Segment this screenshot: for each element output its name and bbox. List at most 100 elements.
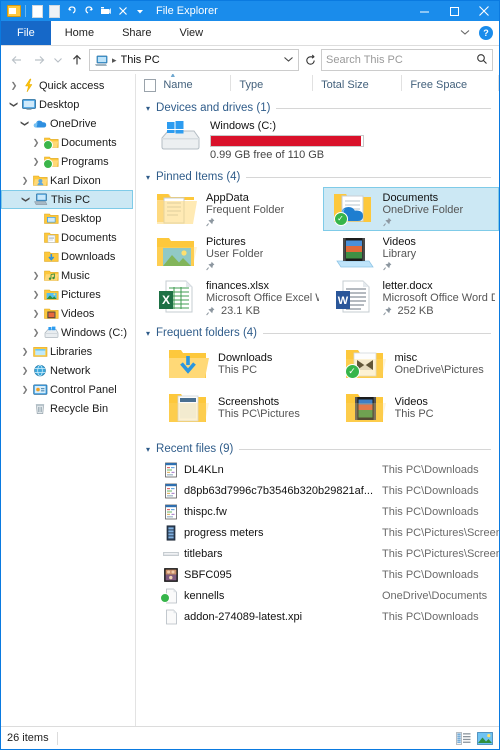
tab-share[interactable]: Share	[108, 21, 165, 45]
chevron-right-icon[interactable]: ❯	[18, 366, 32, 375]
sidebar-item-network[interactable]: ❯ Network	[1, 361, 135, 380]
column-header-name[interactable]: ▲ Name	[163, 74, 232, 91]
sidebar-item-karl-dixon[interactable]: ❯ Karl Dixon	[1, 171, 135, 190]
collapse-triangle-icon[interactable]: ▾	[146, 173, 150, 182]
refresh-button[interactable]	[301, 50, 319, 70]
navigation-pane[interactable]: ❯ Quick access ❯ Desktop ❯ OneDrive ❯ Documents…	[1, 74, 135, 726]
drive-item[interactable]: Windows (C:) 0.99 GB free of 110 GB	[146, 118, 499, 165]
chevron-down-icon[interactable]	[277, 55, 294, 65]
recent-file-row[interactable]: progress meters This PC\Pictures\Screensh…	[146, 522, 499, 543]
minimize-button[interactable]	[409, 1, 439, 21]
tab-home[interactable]: Home	[51, 21, 108, 45]
close-button[interactable]	[469, 1, 499, 21]
chevron-right-icon[interactable]: ❯	[18, 176, 32, 185]
column-header-type[interactable]: Type	[231, 75, 314, 91]
pinned-item-tile[interactable]: AppData Frequent Folder	[146, 187, 323, 231]
section-header-frequent[interactable]: ▾ Frequent folders (4)	[146, 327, 499, 339]
search-icon[interactable]	[476, 53, 488, 68]
tab-view[interactable]: View	[165, 21, 217, 45]
chevron-right-icon[interactable]: ❯	[18, 347, 32, 356]
sidebar-item-documents[interactable]: ❯ Documents	[1, 133, 135, 152]
recent-file-row[interactable]: SBFC095 This PC\Downloads	[146, 564, 499, 585]
libraries-icon	[32, 345, 48, 358]
chevron-right-icon[interactable]: ❯	[7, 81, 21, 90]
content-pane[interactable]: ▲ Name Type Total Size Free Space ▾ Devi…	[135, 74, 499, 726]
pinned-item-tile[interactable]: Xfinances.xlsxMicrosoft Office Excel Wor…	[146, 275, 323, 321]
collapse-triangle-icon[interactable]: ▾	[146, 329, 150, 338]
sidebar-item-this-pc[interactable]: ❯ This PC	[1, 190, 133, 209]
sidebar-item-libraries[interactable]: ❯ Libraries	[1, 342, 135, 361]
column-header-total-size[interactable]: Total Size	[313, 75, 403, 91]
column-header-free-space[interactable]: Free Space	[402, 75, 499, 91]
recent-file-row[interactable]: kennells OneDrive\Documents	[146, 585, 499, 606]
sidebar-item-programs[interactable]: ❯ Programs	[1, 152, 135, 171]
sidebar-item-pictures[interactable]: ❯ Pictures	[1, 285, 135, 304]
recent-file-row[interactable]: titlebars This PC\Pictures\Screenshots	[146, 543, 499, 564]
sidebar-item-downloads[interactable]: Downloads	[1, 247, 135, 266]
frequent-folder-tile[interactable]: ✓ misc OneDrive\Pictures	[323, 343, 500, 387]
path-box[interactable]: ▸ This PC	[89, 49, 299, 71]
new-folder-icon[interactable]	[46, 3, 63, 19]
address-bar: ▸ This PC Search This PC	[1, 46, 499, 74]
breadcrumb[interactable]: This PC	[121, 54, 160, 66]
pinned-item-tile[interactable]: Wletter.docxMicrosoft Office Word Doc252…	[323, 275, 500, 321]
undo-icon[interactable]	[63, 3, 80, 19]
recent-file-row[interactable]: addon-274089-latest.xpi This PC\Downloads	[146, 606, 499, 627]
recent-file-row[interactable]: d8pb63d7996c7b3546b320b29821af... This PC…	[146, 480, 499, 501]
desktop-folder-icon	[43, 212, 59, 225]
frequent-folder-tile[interactable]: Screenshots This PC\Pictures	[146, 387, 323, 431]
forward-button[interactable]	[29, 50, 49, 70]
sidebar-item-recycle-bin[interactable]: Recycle Bin	[1, 399, 135, 418]
chevron-right-icon[interactable]: ❯	[29, 271, 43, 280]
chevron-right-icon[interactable]: ❯	[29, 138, 43, 147]
collapse-triangle-icon[interactable]: ▾	[146, 104, 150, 113]
new-file-icon[interactable]	[29, 3, 46, 19]
frequent-folder-tile[interactable]: Downloads This PC	[146, 343, 323, 387]
recent-locations-button[interactable]	[51, 50, 65, 70]
sidebar-item-control-panel[interactable]: ❯ Control Panel	[1, 380, 135, 399]
pinned-item-tile[interactable]: ✓ Documents OneDrive Folder	[322, 187, 499, 231]
collapse-triangle-icon[interactable]: ▾	[146, 445, 150, 454]
chevron-down-icon[interactable]	[131, 3, 148, 19]
section-header-devices[interactable]: ▾ Devices and drives (1)	[146, 102, 499, 114]
sidebar-item-documents[interactable]: Documents	[1, 228, 135, 247]
sidebar-item-desktop[interactable]: Desktop	[1, 209, 135, 228]
sidebar-item-windows-c[interactable]: ❯ Windows (C:)	[1, 323, 135, 342]
frequent-folder-tile[interactable]: Videos This PC	[323, 387, 500, 431]
chevron-right-icon[interactable]: ❯	[18, 385, 32, 394]
chevron-right-icon[interactable]: ❯	[29, 290, 43, 299]
large-icons-view-button[interactable]	[477, 731, 493, 745]
chevron-down-icon[interactable]: ❯	[10, 98, 19, 112]
redo-icon[interactable]	[80, 3, 97, 19]
pinned-item-tile[interactable]: Videos Library	[323, 231, 500, 275]
chevron-down-icon[interactable]: ❯	[21, 117, 30, 131]
chevron-down-icon[interactable]: ❯	[22, 193, 31, 207]
search-box[interactable]: Search This PC	[321, 49, 493, 71]
folder-icon[interactable]	[5, 3, 22, 19]
recent-file-row[interactable]: thispc.fw This PC\Downloads	[146, 501, 499, 522]
section-header-pinned[interactable]: ▾ Pinned Items (4)	[146, 171, 499, 183]
chevron-right-icon[interactable]: ❯	[29, 328, 43, 337]
search-input[interactable]: Search This PC	[326, 54, 403, 66]
sidebar-item-videos[interactable]: ❯ Videos	[1, 304, 135, 323]
tab-file[interactable]: File	[1, 21, 51, 45]
chevron-right-icon[interactable]: ❯	[29, 157, 43, 166]
delete-icon[interactable]	[114, 3, 131, 19]
section-header-recent[interactable]: ▾ Recent files (9)	[146, 443, 499, 455]
chevron-right-icon[interactable]: ❯	[29, 309, 43, 318]
sidebar-item-desktop[interactable]: ❯ Desktop	[1, 95, 135, 114]
rename-icon[interactable]	[97, 3, 114, 19]
sidebar-item-quick-access[interactable]: ❯ Quick access	[1, 76, 135, 95]
help-icon[interactable]: ?	[479, 26, 493, 40]
pinned-item-tile[interactable]: Pictures User Folder	[146, 231, 323, 275]
back-button[interactable]	[7, 50, 27, 70]
details-view-button[interactable]	[455, 731, 471, 745]
downloads-folder-icon	[43, 250, 59, 263]
recent-file-row[interactable]: DL4KLn This PC\Downloads	[146, 459, 499, 480]
maximize-button[interactable]	[439, 1, 469, 21]
sidebar-item-onedrive[interactable]: ❯ OneDrive	[1, 114, 135, 133]
up-button[interactable]	[67, 50, 87, 70]
sidebar-item-music[interactable]: ❯ Music	[1, 266, 135, 285]
select-all-checkbox[interactable]	[144, 78, 157, 92]
chevron-down-icon[interactable]	[459, 28, 471, 39]
